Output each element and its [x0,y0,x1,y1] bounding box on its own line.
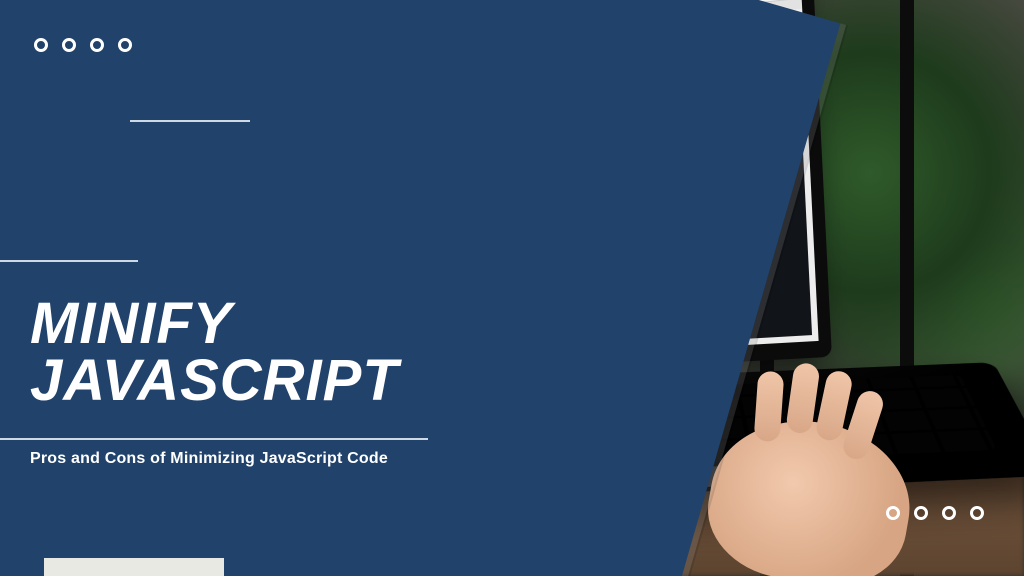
headline: MINIFY JAVASCRIPT [30,296,399,410]
ring-icon [942,506,956,520]
headline-line-2: JAVASCRIPT [30,353,399,410]
ring-icon [34,38,48,52]
decorative-line [130,120,250,122]
decorative-line [0,260,138,262]
banner-graphic: // javascriptees a mul a Ayxx terusC as … [0,0,1024,576]
headline-line-1: MINIFY [30,296,399,353]
ring-icon [970,506,984,520]
subtitle: Pros and Cons of Minimizing JavaScript C… [30,450,388,468]
decorative-line [0,438,428,440]
ring-icon [914,506,928,520]
ring-dots-bottom-right [886,506,984,520]
ring-icon [90,38,104,52]
ring-icon [62,38,76,52]
bottom-left-stub [44,558,224,576]
ring-icon [886,506,900,520]
ring-dots-top-left [34,38,132,52]
ring-icon [118,38,132,52]
